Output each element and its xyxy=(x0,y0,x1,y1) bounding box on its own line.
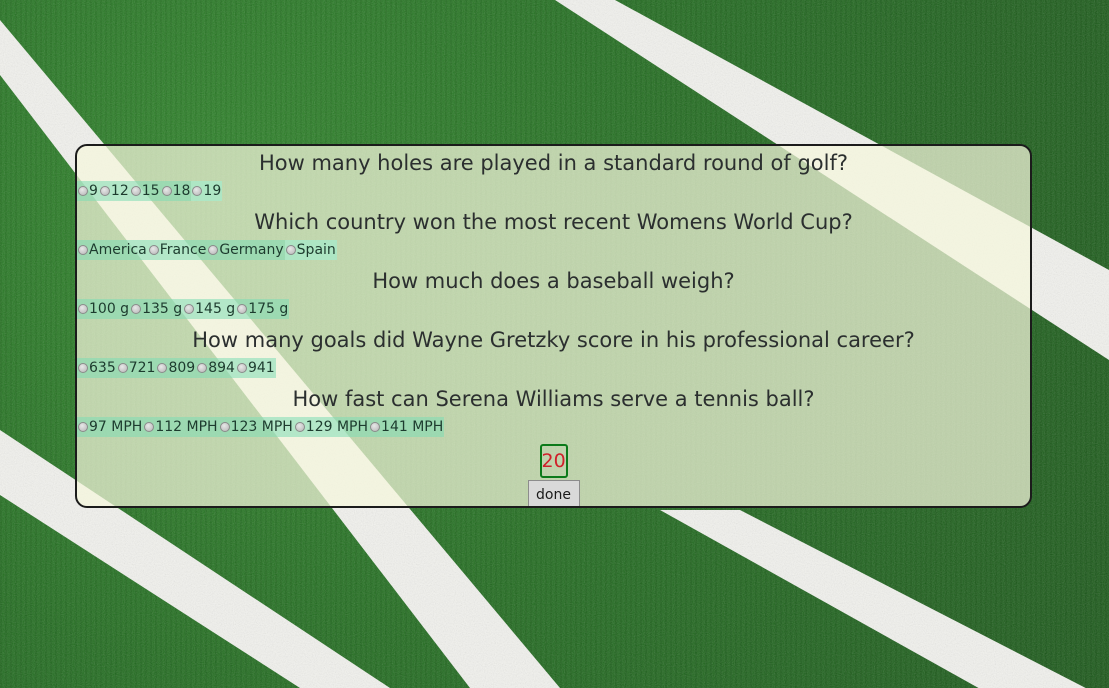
radio-button[interactable] xyxy=(78,304,88,314)
countdown-timer: 20 xyxy=(539,444,568,478)
radio-button[interactable] xyxy=(131,304,142,314)
answer-options: 9 12 15 18 19 xyxy=(77,177,1030,205)
radio-button[interactable] xyxy=(117,363,128,373)
answer-label: 97 MPH xyxy=(89,419,143,435)
radio-button[interactable] xyxy=(192,186,203,196)
answer-label: 100 g xyxy=(89,301,130,317)
radio-button[interactable] xyxy=(148,245,159,255)
answer-label: 145 g xyxy=(195,301,236,317)
answer-option[interactable]: 941 xyxy=(235,358,276,378)
radio-button[interactable] xyxy=(78,186,88,196)
answer-option[interactable]: 721 xyxy=(116,358,157,378)
answer-option[interactable]: 809 xyxy=(156,358,197,378)
answer-label: Germany xyxy=(219,242,284,258)
answer-label: 941 xyxy=(247,360,275,376)
answer-option[interactable]: 635 xyxy=(77,358,117,378)
answer-option[interactable]: Germany xyxy=(207,240,285,260)
quiz-controls: 20 done xyxy=(77,444,1030,506)
answer-label: 129 MPH xyxy=(305,419,369,435)
answer-label: 721 xyxy=(128,360,156,376)
answer-option[interactable]: 141 MPH xyxy=(369,417,445,437)
answer-label: 19 xyxy=(203,183,222,199)
answer-option[interactable]: 19 xyxy=(191,181,223,201)
question-block-2: Which country won the most recent Womens… xyxy=(77,206,1030,264)
answer-label: 18 xyxy=(172,183,191,199)
answer-label: 894 xyxy=(208,360,235,376)
radio-button[interactable] xyxy=(130,186,141,196)
question-text: How fast can Serena Williams serve a ten… xyxy=(292,387,815,411)
answer-option[interactable]: 12 xyxy=(98,181,130,201)
answer-option[interactable]: America xyxy=(77,240,148,260)
radio-button[interactable] xyxy=(161,186,172,196)
done-button[interactable]: done xyxy=(527,480,580,506)
answer-option[interactable]: Spain xyxy=(284,240,337,260)
answer-option[interactable]: 97 MPH xyxy=(77,417,144,437)
radio-button[interactable] xyxy=(184,304,195,314)
answer-label: 15 xyxy=(141,183,160,199)
answer-option[interactable]: 15 xyxy=(129,181,161,201)
answer-label: 175 g xyxy=(248,301,289,317)
radio-button[interactable] xyxy=(208,245,219,255)
answer-option[interactable]: 145 g xyxy=(183,299,237,319)
radio-button[interactable] xyxy=(236,363,247,373)
answer-label: 112 MPH xyxy=(155,419,218,435)
radio-button[interactable] xyxy=(285,245,296,255)
answer-option[interactable]: 894 xyxy=(196,358,236,378)
answer-label: 141 MPH xyxy=(381,419,444,435)
radio-button[interactable] xyxy=(78,422,88,432)
answer-label: Spain xyxy=(296,242,336,258)
radio-button[interactable] xyxy=(99,186,110,196)
answer-options: America France Germany Spain xyxy=(77,236,1030,264)
answer-option[interactable]: 175 g xyxy=(236,299,290,319)
answer-label: America xyxy=(89,242,147,258)
radio-button[interactable] xyxy=(78,363,88,373)
question-block-4: How many goals did Wayne Gretzky score i… xyxy=(77,324,1030,382)
answer-options: 97 MPH 112 MPH 123 MPH 129 MPH 141 MPH xyxy=(77,413,1030,441)
answer-option[interactable]: France xyxy=(147,240,208,260)
question-block-1: How many holes are played in a standard … xyxy=(77,147,1030,205)
answer-options: 100 g 135 g 145 g 175 g xyxy=(77,295,1030,323)
answer-label: France xyxy=(159,242,207,258)
question-text: How many goals did Wayne Gretzky score i… xyxy=(192,328,915,352)
radio-button[interactable] xyxy=(237,304,248,314)
answer-label: 135 g xyxy=(142,301,183,317)
answer-option[interactable]: 112 MPH xyxy=(143,417,219,437)
radio-button[interactable] xyxy=(78,245,88,255)
question-text: How many holes are played in a standard … xyxy=(258,151,849,175)
radio-button[interactable] xyxy=(219,422,230,432)
radio-button[interactable] xyxy=(144,422,155,432)
answer-label: 9 xyxy=(89,183,98,199)
radio-button[interactable] xyxy=(294,422,305,432)
radio-button[interactable] xyxy=(157,363,168,373)
answer-option[interactable]: 100 g xyxy=(77,299,131,319)
answer-option[interactable]: 9 xyxy=(77,181,99,201)
answer-option[interactable]: 135 g xyxy=(130,299,184,319)
question-text: Which country won the most recent Womens… xyxy=(254,210,853,234)
radio-button[interactable] xyxy=(197,363,208,373)
question-block-5: How fast can Serena Williams serve a ten… xyxy=(77,383,1030,441)
answer-option[interactable]: 129 MPH xyxy=(293,417,370,437)
radio-button[interactable] xyxy=(370,422,381,432)
answer-options: 635 721 809 894 941 xyxy=(77,354,1030,382)
quiz-panel: How many holes are played in a standard … xyxy=(75,144,1032,508)
answer-label: 12 xyxy=(110,183,129,199)
question-block-3: How much does a baseball weigh? 100 g 13… xyxy=(77,265,1030,323)
answer-label: 123 MPH xyxy=(230,419,293,435)
answer-label: 635 xyxy=(89,360,116,376)
answer-label: 809 xyxy=(168,360,196,376)
answer-option[interactable]: 123 MPH xyxy=(218,417,294,437)
question-text: How much does a baseball weigh? xyxy=(372,269,735,293)
answer-option[interactable]: 18 xyxy=(160,181,192,201)
